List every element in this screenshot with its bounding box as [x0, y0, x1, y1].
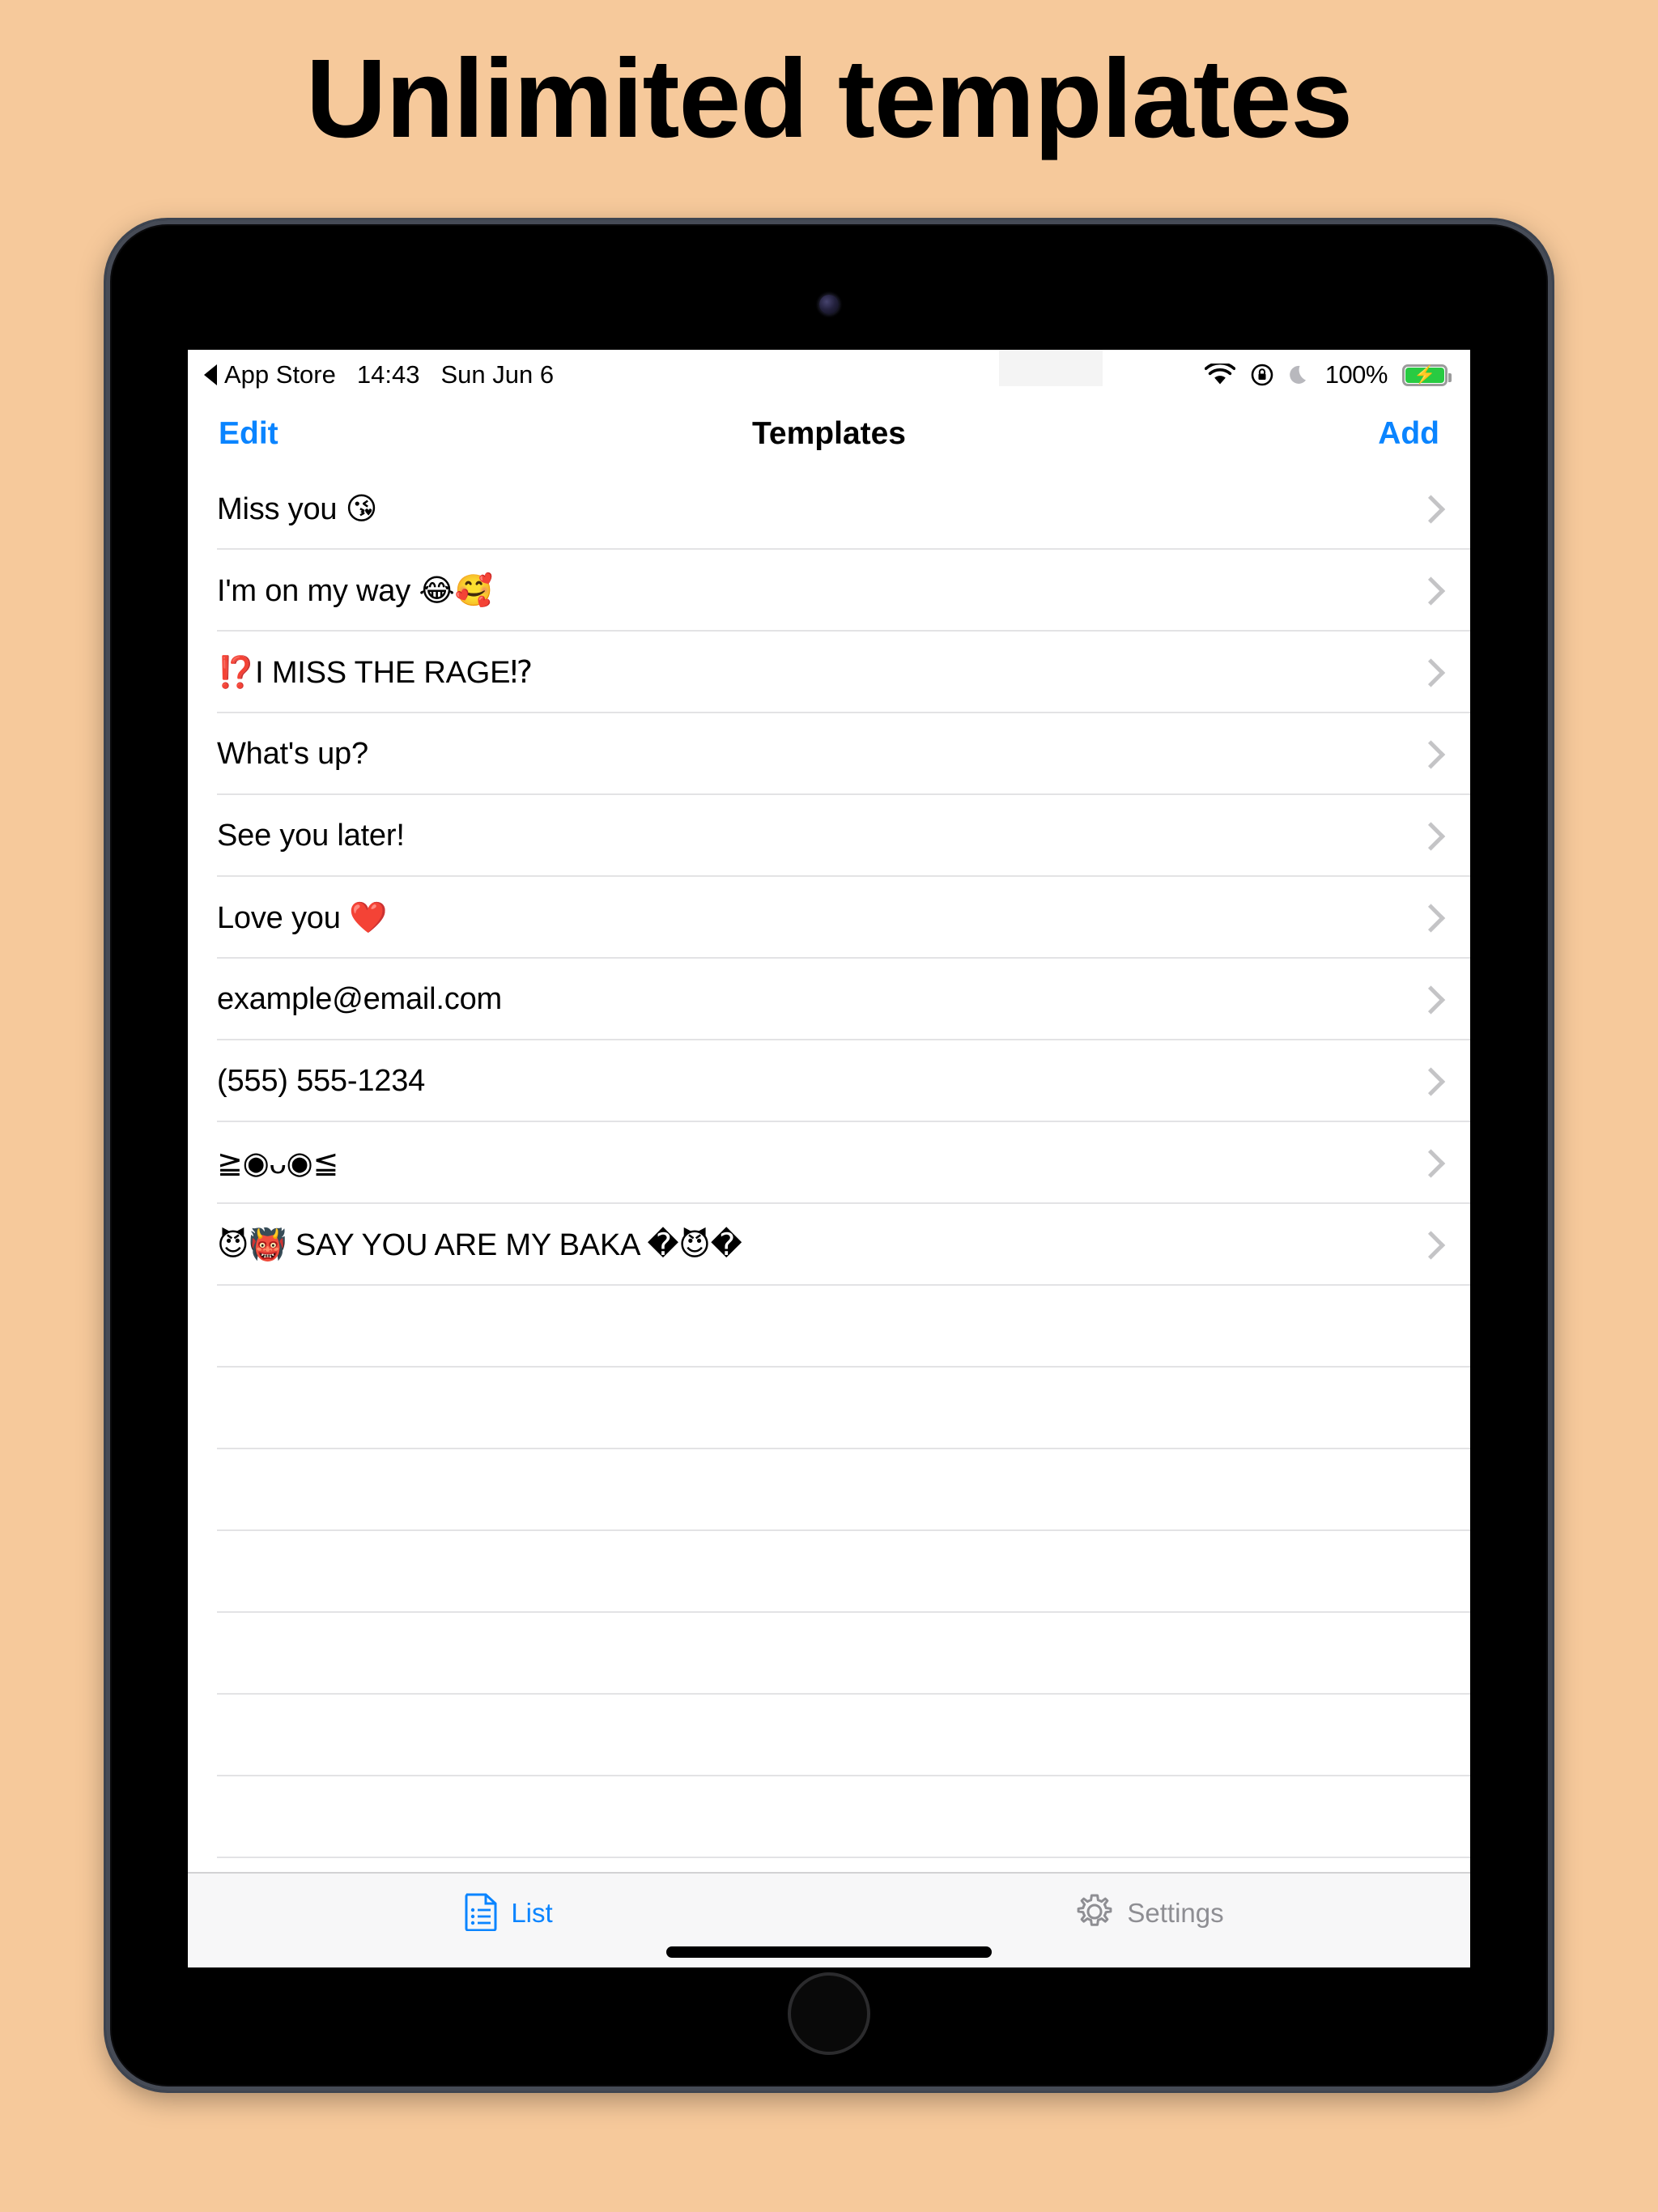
chevron-right-icon [1416, 1230, 1446, 1260]
table-row[interactable]: 😈👹 SAY YOU ARE MY BAKA �😈� [188, 1204, 1470, 1286]
edit-button[interactable]: Edit [219, 416, 278, 452]
row-emoji: �😈� [647, 1227, 742, 1262]
empty-table-row [188, 1613, 1470, 1695]
row-text: ≧◉ᴗ◉≦ [217, 1146, 339, 1180]
chevron-right-icon [1416, 1066, 1446, 1096]
status-bar-time: 14:43 [356, 360, 420, 389]
charging-bolt-icon: ⚡ [1414, 364, 1436, 385]
home-indicator [666, 1946, 992, 1958]
row-text: Miss you [217, 492, 346, 526]
back-app-label: App Store [224, 360, 336, 389]
empty-table-row [188, 1449, 1470, 1531]
row-text: Love you [217, 901, 349, 935]
chevron-right-icon [1416, 739, 1446, 769]
chevron-right-icon [1416, 494, 1446, 524]
tab-bar: List Settings [188, 1872, 1470, 1967]
row-emoji: ⁉️ [217, 654, 256, 690]
table-row[interactable]: See you later! [188, 795, 1470, 877]
row-text: What's up? [217, 737, 368, 771]
templates-list: Miss you 😘 I'm on my way 😂🥰 ⁉️I MISS THE R… [188, 468, 1470, 1872]
empty-table-row [188, 1776, 1470, 1858]
gear-icon [1075, 1892, 1114, 1935]
table-row[interactable]: Love you ❤️ [188, 877, 1470, 959]
table-row-label: See you later! [217, 819, 405, 853]
chevron-right-icon [1416, 1148, 1446, 1178]
chevron-right-icon [1416, 821, 1446, 851]
status-bar-left: App Store 14:43 Sun Jun 6 [204, 360, 554, 389]
page-title: Unlimited templates [305, 36, 1353, 161]
row-emoji: 😈👹 [217, 1227, 287, 1262]
row-emoji: ️⁉ [510, 654, 533, 690]
table-row[interactable]: ≧◉ᴗ◉≦ [188, 1122, 1470, 1204]
table-row-label: example@email.com [217, 982, 502, 1017]
row-separator [217, 1857, 1470, 1858]
table-row[interactable]: example@email.com [188, 959, 1470, 1040]
empty-table-row [188, 1368, 1470, 1449]
row-text: See you later! [217, 819, 405, 853]
chevron-right-icon [1416, 985, 1446, 1015]
status-bar-date: Sun Jun 6 [440, 360, 555, 389]
row-emoji: 😂🥰 [419, 572, 493, 608]
table-row-label: 😈👹 SAY YOU ARE MY BAKA �😈� [217, 1227, 742, 1263]
table-row[interactable]: (555) 555-1234 [188, 1040, 1470, 1122]
row-text: SAY YOU ARE MY BAKA [287, 1228, 648, 1262]
wifi-icon [1204, 364, 1235, 386]
tab-list-label: List [511, 1898, 553, 1928]
table-row-label: What's up? [217, 737, 368, 772]
chevron-right-icon [1416, 903, 1446, 933]
back-to-app-store[interactable]: App Store [204, 360, 336, 389]
table-row[interactable]: ⁉️I MISS THE RAGE️⁉ [188, 632, 1470, 713]
rotation-lock-icon [1250, 363, 1274, 387]
row-emoji: ❤️ [348, 900, 388, 935]
status-bar: App Store 14:43 Sun Jun 6 100% ⚡ [188, 350, 1470, 400]
front-camera-icon [819, 295, 839, 314]
tab-settings-label: Settings [1127, 1898, 1224, 1928]
table-row[interactable]: I'm on my way 😂🥰 [188, 550, 1470, 632]
table-row-label: ⁉️I MISS THE RAGE️⁉ [217, 654, 533, 691]
navigation-bar: Edit Templates Add [188, 400, 1470, 468]
device-screen: App Store 14:43 Sun Jun 6 100% ⚡ Edit Te… [188, 350, 1470, 1967]
document-list-icon [464, 1892, 498, 1935]
status-bar-right: 100% ⚡ [1204, 360, 1452, 389]
row-text: I'm on my way [217, 574, 419, 608]
table-row-label: (555) 555-1234 [217, 1064, 425, 1099]
empty-table-row [188, 1531, 1470, 1613]
table-row-label: Love you ❤️ [217, 900, 387, 936]
battery-percent-label: 100% [1324, 360, 1388, 389]
home-button[interactable] [788, 1972, 870, 2055]
add-button[interactable]: Add [1378, 416, 1439, 452]
table-row-label: ≧◉ᴗ◉≦ [217, 1145, 338, 1181]
table-row[interactable]: Miss you 😘 [188, 468, 1470, 550]
table-row[interactable]: What's up? [188, 713, 1470, 795]
empty-table-row [188, 1695, 1470, 1776]
chevron-right-icon [1416, 576, 1446, 606]
chevron-right-icon [1416, 657, 1446, 687]
nav-title: Templates [751, 416, 906, 451]
row-text: example@email.com [217, 982, 502, 1016]
row-text: (555) 555-1234 [217, 1064, 426, 1098]
back-triangle-icon [204, 364, 217, 385]
ipad-device-frame: App Store 14:43 Sun Jun 6 100% ⚡ Edit Te… [106, 220, 1552, 2091]
row-text: I MISS THE RAGE [255, 656, 511, 690]
battery-charging-icon: ⚡ [1402, 364, 1452, 386]
status-bar-mask [999, 350, 1103, 386]
moon-icon [1289, 364, 1311, 386]
table-row-label: I'm on my way 😂🥰 [217, 572, 493, 609]
row-emoji: 😘 [345, 491, 378, 526]
table-row-label: Miss you 😘 [217, 491, 377, 527]
empty-table-row [188, 1286, 1470, 1368]
